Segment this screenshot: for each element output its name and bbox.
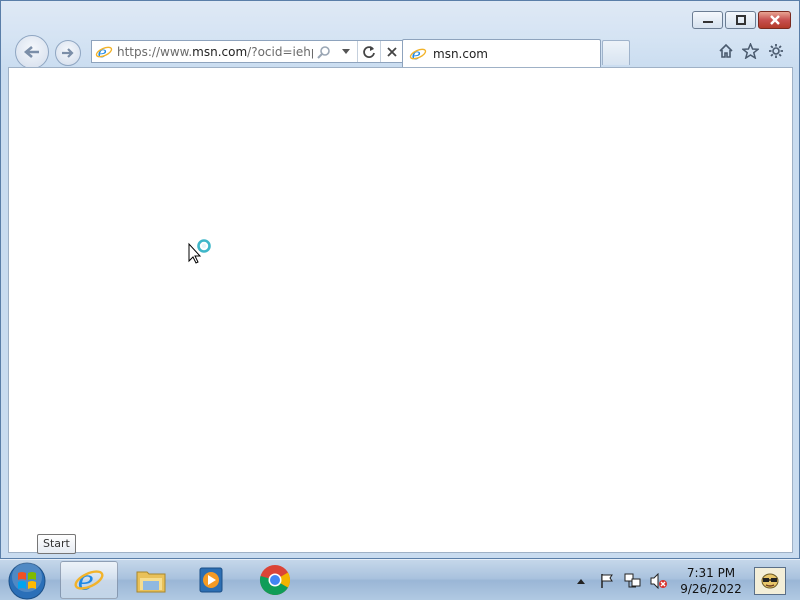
toolbar-right	[716, 41, 785, 60]
windows-logo-icon	[8, 562, 46, 600]
show-hidden-icons-icon	[577, 578, 585, 584]
svg-text:e: e	[78, 566, 94, 596]
network-button[interactable]	[622, 571, 644, 591]
back-arrow-icon	[23, 46, 39, 58]
address-bar[interactable]: e https://www.msn.com/?ocid=iehp	[91, 40, 409, 63]
refresh-button[interactable]	[357, 41, 380, 62]
home-button[interactable]	[716, 41, 735, 60]
address-dropdown-button[interactable]	[335, 41, 357, 62]
settings-button[interactable]	[766, 41, 785, 60]
search-button[interactable]	[313, 41, 335, 62]
action-center-flag-icon	[601, 573, 613, 588]
home-icon	[718, 43, 733, 58]
show-desktop-button[interactable]	[754, 566, 786, 595]
svg-text:e: e	[98, 43, 107, 61]
tab-label: msn.com	[433, 46, 488, 61]
new-tab-button[interactable]	[602, 40, 630, 65]
taskbar-media-player[interactable]	[182, 561, 240, 599]
close-button[interactable]	[758, 11, 791, 29]
media-player-icon	[199, 567, 223, 593]
start-tooltip: Start	[37, 534, 76, 554]
taskbar: e 7:31 PM 9/26/2022	[0, 559, 800, 600]
url-suffix: /?ocid=iehp	[247, 44, 313, 59]
taskbar-file-explorer[interactable]	[122, 561, 180, 599]
svg-text:e: e	[412, 45, 421, 63]
url-text[interactable]: https://www.msn.com/?ocid=iehp	[117, 45, 313, 59]
minimize-button[interactable]	[692, 11, 723, 29]
forward-button[interactable]	[55, 40, 81, 66]
restore-icon	[735, 15, 746, 25]
file-explorer-icon	[136, 571, 166, 593]
close-icon	[769, 15, 780, 25]
start-button[interactable]	[4, 561, 50, 600]
window-controls	[692, 11, 791, 29]
stop-icon	[387, 46, 397, 57]
page-content[interactable]	[8, 67, 793, 553]
volume-muted-icon	[650, 572, 667, 589]
dropdown-icon	[342, 48, 350, 54]
forward-arrow-icon	[62, 48, 74, 58]
taskbar-internet-explorer[interactable]: e	[60, 561, 118, 599]
internet-explorer-icon: e	[74, 566, 104, 596]
url-prefix: https://www.	[117, 44, 193, 59]
chrome-icon	[259, 565, 290, 596]
minimize-icon	[702, 21, 713, 23]
clock[interactable]: 7:31 PM 9/26/2022	[678, 565, 744, 597]
browser-window: e https://www.msn.com/?ocid=iehp e msn.c…	[0, 0, 800, 559]
url-domain: msn.com	[192, 44, 248, 59]
ie-logo-icon: e	[95, 43, 113, 61]
favorites-star-icon	[742, 42, 759, 59]
tab-msn[interactable]: e msn.com	[402, 39, 601, 67]
show-hidden-icons-button[interactable]	[570, 571, 592, 591]
user-avatar-icon	[761, 573, 779, 588]
clock-time: 7:31 PM	[686, 565, 736, 580]
volume-button[interactable]	[648, 571, 670, 591]
network-icon	[624, 573, 641, 587]
search-icon	[317, 45, 330, 59]
busy-cursor-icon	[188, 239, 211, 264]
settings-gear-icon	[768, 43, 783, 58]
tab-ie-logo-icon: e	[409, 45, 427, 63]
refresh-icon	[363, 45, 375, 58]
action-center-button[interactable]	[596, 571, 618, 591]
clock-date: 9/26/2022	[680, 581, 742, 596]
favorites-button[interactable]	[741, 41, 760, 60]
restore-button[interactable]	[725, 11, 756, 29]
back-button[interactable]	[15, 35, 49, 69]
stop-button[interactable]	[380, 41, 403, 62]
navigation-bar: e https://www.msn.com/?ocid=iehp e msn.c…	[15, 35, 799, 69]
taskbar-chrome[interactable]	[246, 561, 304, 599]
system-tray: 7:31 PM 9/26/2022	[570, 560, 800, 600]
